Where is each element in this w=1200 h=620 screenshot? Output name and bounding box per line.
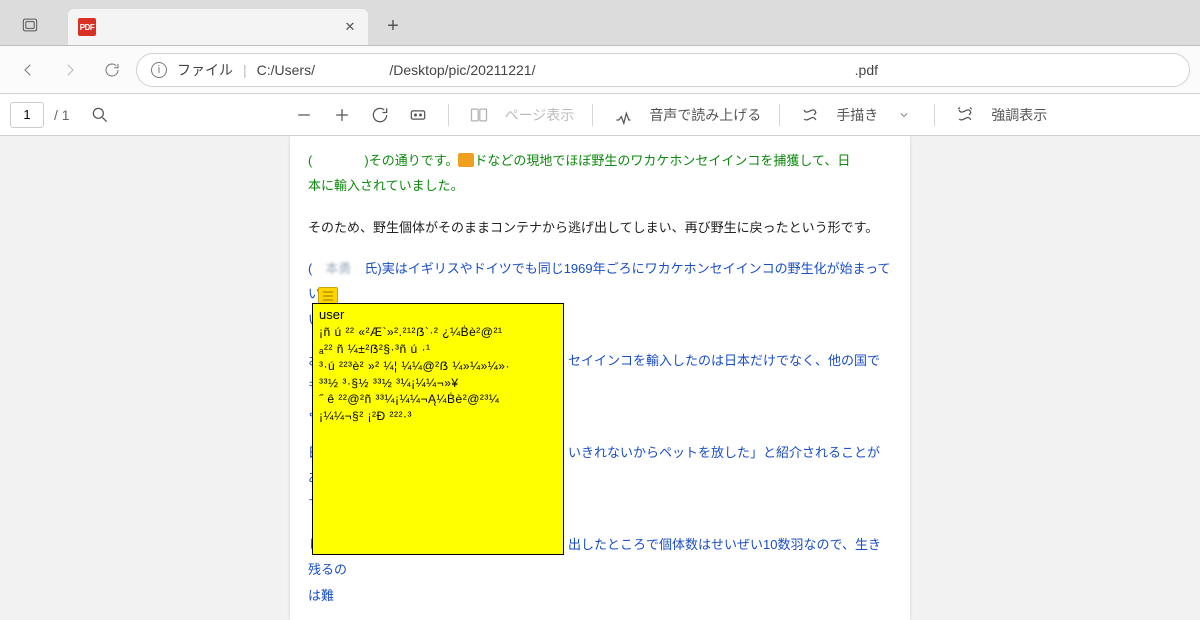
- page-view-icon[interactable]: [463, 99, 495, 131]
- browser-navbar: i ファイル | C:/Users/ /Desktop/pic/20211221…: [0, 46, 1200, 94]
- doc-para-2: そのため、野生個体がそのままコンテナから逃げ出してしまい、再び野生に戻ったという…: [308, 215, 892, 240]
- address-scheme: ファイル: [177, 60, 233, 80]
- refresh-button[interactable]: [94, 52, 130, 88]
- site-info-icon[interactable]: i: [151, 62, 167, 78]
- address-path-ext: .pdf: [855, 62, 878, 78]
- page-view-label[interactable]: ページ表示: [505, 105, 575, 125]
- highlight-icon[interactable]: [949, 99, 981, 131]
- new-tab-button[interactable]: +: [376, 9, 410, 43]
- address-bar[interactable]: i ファイル | C:/Users/ /Desktop/pic/20211221…: [136, 53, 1190, 87]
- pdf-page: ( )その通りです。ドなどの現地でほぼ野生のワカケホンセイインコを捕獲して、日 …: [290, 136, 910, 620]
- tab-overview-button[interactable]: [10, 5, 50, 45]
- browser-tabbar: PDF ✕ +: [0, 0, 1200, 46]
- address-path-2: /Desktop/pic/20211221/: [389, 62, 535, 78]
- inline-icon: [458, 153, 474, 167]
- zoom-out-button[interactable]: [288, 99, 320, 131]
- zoom-in-button[interactable]: [326, 99, 358, 131]
- pdf-icon: PDF: [78, 18, 96, 36]
- draw-icon[interactable]: [794, 99, 826, 131]
- fit-button[interactable]: [402, 99, 434, 131]
- annotation-author: user: [319, 306, 557, 324]
- highlight-label[interactable]: 強調表示: [991, 105, 1047, 125]
- read-aloud-label[interactable]: 音声で読み上げる: [649, 105, 761, 125]
- read-aloud-icon[interactable]: [607, 99, 639, 131]
- address-path-1: C:/Users/: [257, 62, 315, 78]
- address-path-obscured-1: [325, 60, 379, 80]
- pdf-toolbar: / 1 ページ表示 音声で読み上げる 手描き 強調表示: [0, 94, 1200, 136]
- doc-para-1: ( )その通りです。ドなどの現地でほぼ野生のワカケホンセイインコを捕獲して、日 …: [308, 148, 892, 199]
- address-path-obscured-2: [545, 60, 844, 80]
- browser-tab[interactable]: PDF ✕: [68, 9, 368, 45]
- page-number-input[interactable]: [10, 102, 44, 128]
- pdf-viewer[interactable]: ( )その通りです。ドなどの現地でほぼ野生のワカケホンセイインコを捕獲して、日 …: [0, 136, 1200, 620]
- draw-label[interactable]: 手描き: [836, 105, 878, 125]
- rotate-button[interactable]: [364, 99, 396, 131]
- annotation-text: ¡ñ ú ²² «²Æ`»².²¹²ẞ`·² ¿¼Ḃè²@²¹ ₐ²² ñ ¼±…: [319, 324, 557, 425]
- annotation-popup[interactable]: user ¡ñ ú ²² «²Æ`»².²¹²ẞ`·² ¿¼Ḃè²@²¹ ₐ²²…: [312, 303, 564, 555]
- forward-button[interactable]: [52, 52, 88, 88]
- close-tab-button[interactable]: ✕: [342, 19, 358, 35]
- draw-dropdown[interactable]: [888, 99, 920, 131]
- tab-title: [104, 18, 334, 37]
- page-count: / 1: [54, 107, 70, 123]
- back-button[interactable]: [10, 52, 46, 88]
- find-button[interactable]: [84, 99, 116, 131]
